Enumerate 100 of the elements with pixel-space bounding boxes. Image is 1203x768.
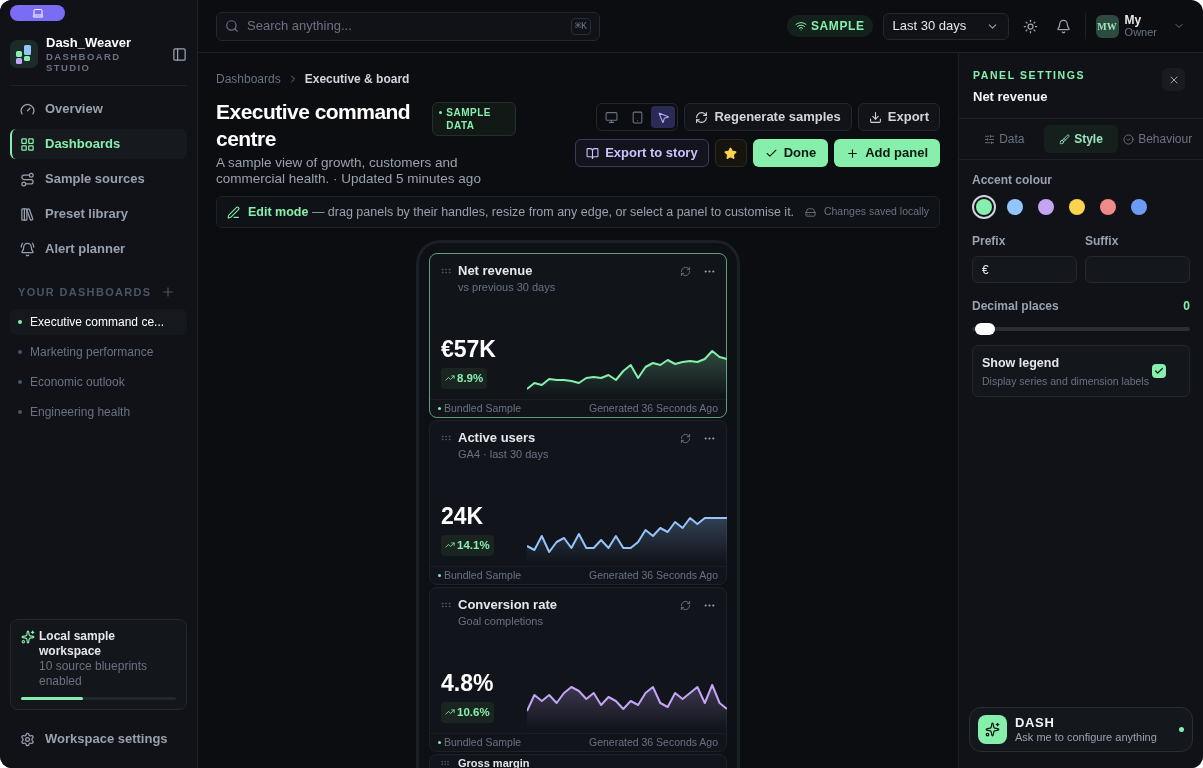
trend-up-icon — [445, 707, 455, 718]
settings-panel-name: Net revenue — [973, 87, 1049, 106]
panel-title: Conversion rate — [458, 597, 558, 613]
nav-item[interactable]: Preset library — [10, 199, 187, 229]
panel-value: 24K — [441, 501, 485, 530]
breadcrumb-current: Executive & board — [304, 71, 410, 88]
export-to-story-button[interactable]: Export to story — [575, 139, 709, 167]
done-button[interactable]: Done — [752, 139, 829, 167]
pointer-icon — [656, 110, 670, 124]
change-value: 8.9% — [457, 370, 484, 386]
collapse-sidebar-icon[interactable] — [172, 46, 187, 62]
star-icon — [724, 146, 738, 160]
field-label: Decimal places — [972, 298, 1059, 316]
dashboard-item[interactable]: Marketing performance — [10, 338, 187, 365]
user-name: My — [1124, 14, 1143, 26]
field-label: Accent colour — [972, 172, 1053, 190]
decimal-slider[interactable] — [972, 323, 1190, 336]
panel-subtitle: GA4 · last 30 days — [458, 447, 550, 462]
monitor-icon — [604, 110, 618, 124]
accent-swatch[interactable] — [1007, 199, 1023, 216]
prefix-field[interactable]: € — [972, 256, 1077, 284]
search-input[interactable]: Search anything... — [247, 16, 563, 36]
panel-card[interactable]: Net revenue vs previous 30 days €57K 8.9% Bundled Sample Generated 36 Seconds Ago — [429, 253, 727, 418]
nav-item[interactable]: Alert planner — [10, 234, 187, 264]
accent-swatch[interactable] — [1038, 199, 1054, 216]
refresh-icon[interactable] — [680, 266, 691, 277]
trend-up-icon — [445, 540, 455, 551]
trend-up-icon — [445, 373, 455, 384]
notifications-icon[interactable] — [1055, 18, 1071, 34]
dashboard-item[interactable]: Executive command ce... — [10, 308, 187, 335]
drag-handle-icon[interactable] — [440, 758, 450, 768]
field-label: Suffix — [1085, 233, 1120, 251]
dashboard-item[interactable]: Engineering health — [10, 398, 187, 425]
slider-thumb[interactable] — [975, 323, 995, 336]
sparkles-icon — [21, 630, 35, 644]
drag-handle-icon[interactable] — [440, 432, 452, 444]
brand-name: Dash_Weaver — [46, 35, 133, 51]
regenerate-button[interactable]: Regenerate samples — [684, 103, 852, 131]
panel-value: 4.8% — [441, 668, 495, 697]
settings-tab[interactable]: Data — [967, 125, 1042, 154]
saved-status: Changes saved locally — [823, 204, 929, 220]
export-button[interactable]: Export — [857, 103, 940, 131]
drag-handle-icon[interactable] — [440, 599, 452, 611]
sample-data-badge: SAMPLE DATA — [432, 102, 516, 136]
nav-item[interactable]: Sample sources — [10, 164, 187, 194]
route-icon — [20, 171, 35, 187]
favorite-button[interactable] — [714, 139, 747, 167]
drive-icon — [804, 206, 816, 218]
panel-subtitle: vs previous 30 days — [458, 280, 557, 295]
breadcrumb-link[interactable]: Dashboards — [216, 70, 281, 88]
dashboard-item[interactable]: Economic outlook — [10, 368, 187, 395]
check-circle-icon — [1123, 133, 1135, 145]
panel-card[interactable]: Conversion rate Goal completions 4.8% 10.6% Bundled Sample Generated 36 Seconds Ago — [429, 587, 727, 752]
refresh-icon[interactable] — [680, 600, 691, 611]
close-button[interactable] — [1162, 68, 1185, 91]
download-icon — [868, 110, 882, 124]
checkmark-icon — [1154, 366, 1164, 377]
nav-item[interactable]: Dashboards — [10, 129, 187, 159]
legend-title: Show legend — [982, 355, 1061, 373]
panel-card[interactable]: Active users GA4 · last 30 days 24K 14.1% Bundled Sample Generated 36 Seconds Ago — [429, 420, 727, 585]
date-range-select[interactable]: Last 30 days — [882, 12, 1009, 40]
books-icon — [20, 206, 35, 222]
nav-item[interactable]: Overview — [10, 94, 187, 124]
pointer-button[interactable] — [651, 106, 676, 128]
accent-swatch[interactable] — [1131, 199, 1147, 216]
workspace-settings-link[interactable]: Workspace settings — [10, 724, 187, 754]
user-avatar: MW — [1095, 14, 1119, 38]
logo-icon — [10, 40, 38, 68]
pen-icon — [227, 205, 240, 219]
accent-swatch[interactable] — [1069, 199, 1085, 216]
search-field[interactable]: Search anything... ⌘K — [216, 11, 600, 41]
settings-icon — [20, 731, 35, 747]
accent-swatch[interactable] — [1100, 199, 1116, 216]
panel-generated: Generated 36 Seconds Ago — [589, 567, 718, 583]
settings-tab[interactable]: Style — [1043, 125, 1119, 154]
settings-tab[interactable]: Behaviour — [1120, 125, 1195, 154]
panel-subtitle: Goal completions — [458, 614, 544, 629]
sparkles-icon — [978, 715, 1007, 744]
refresh-icon[interactable] — [680, 433, 691, 444]
screen-badge-icon[interactable] — [10, 5, 65, 21]
assistant-hint: Ask me to configure anything — [1015, 729, 1158, 744]
drag-handle-icon[interactable] — [440, 265, 452, 277]
change-value: 14.1% — [457, 537, 490, 553]
sample-badge: SAMPLE — [787, 15, 873, 37]
legend-checkbox[interactable] — [1152, 364, 1166, 379]
settings-heading: PANEL SETTINGS — [973, 68, 1086, 83]
plus-icon — [846, 146, 860, 160]
panel-title: Active users — [458, 430, 537, 446]
search-icon — [225, 19, 239, 33]
panel-generated: Generated 36 Seconds Ago — [589, 734, 718, 750]
add-panel-button[interactable]: Add panel — [834, 139, 940, 167]
panel-value: €57K — [441, 334, 497, 363]
theme-toggle-icon[interactable] — [1022, 18, 1038, 34]
page-title: Executive command centre — [216, 99, 412, 152]
bell-icon — [20, 241, 35, 257]
assistant-name: DASH — [1015, 715, 1056, 730]
accent-swatch[interactable] — [976, 199, 992, 216]
assistant-bar[interactable]: DASH Ask me to configure anything — [969, 707, 1193, 752]
edit-mode-text: Edit mode — drag panels by their handles, resize from any edge, or select a panel to customise it. — [248, 205, 796, 219]
decimal-value: 0 — [1183, 298, 1190, 316]
